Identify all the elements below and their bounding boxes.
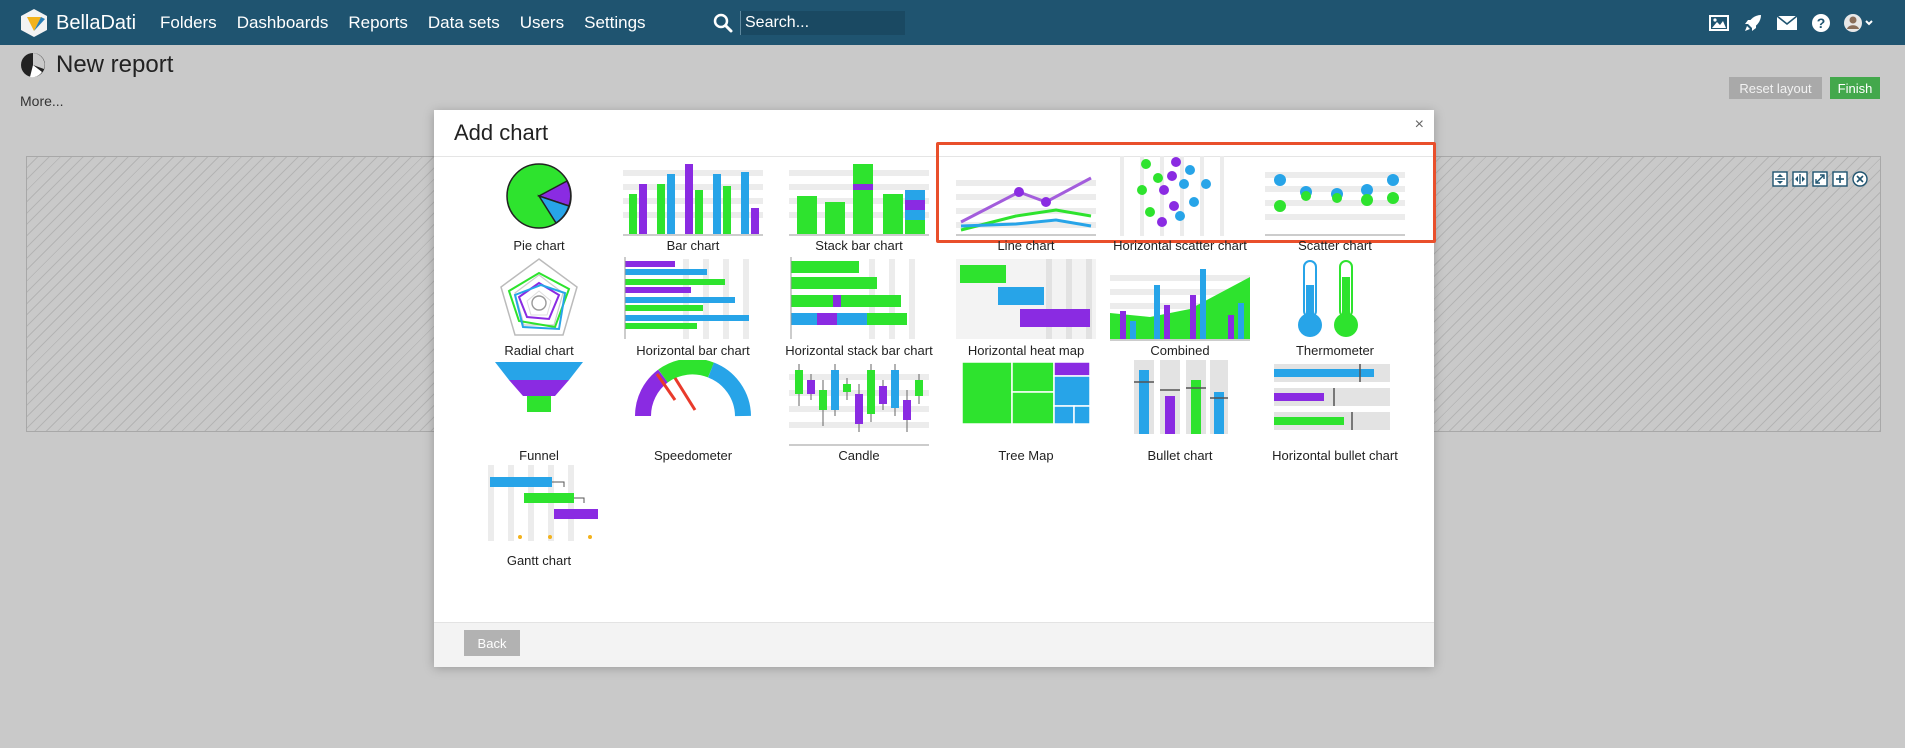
chart-type-horizontal-scatter[interactable]: Horizontal scatter chart <box>1105 150 1255 253</box>
chart-type-label: Line chart <box>997 238 1055 253</box>
chart-type-horizontal-bullet[interactable]: Horizontal bullet chart <box>1260 360 1410 463</box>
chart-type-label: Horizontal bar chart <box>636 343 750 358</box>
horizontal-bullet-chart-icon <box>1274 364 1390 430</box>
bullet-chart-icon <box>1134 360 1228 434</box>
reset-layout-button[interactable]: Reset layout <box>1729 77 1822 99</box>
search-input[interactable] <box>740 11 905 35</box>
funnel-chart-icon <box>495 362 583 412</box>
thermometer-icon <box>1298 260 1358 337</box>
chart-type-label: Candle <box>838 448 880 463</box>
nav-item-users[interactable]: Users <box>520 13 564 33</box>
chart-type-horizontal-heat-map[interactable]: Horizontal heat map <box>951 255 1101 358</box>
speedometer-icon <box>635 360 751 417</box>
scatter-chart-icon <box>1265 172 1405 236</box>
chart-type-scatter[interactable]: Scatter chart <box>1260 150 1410 253</box>
chart-type-label: Gantt chart <box>506 553 572 568</box>
chart-type-label: Funnel <box>519 448 559 463</box>
stack-bar-chart-icon <box>789 164 929 236</box>
chart-type-horizontal-stack-bar[interactable]: Horizontal stack bar chart <box>784 255 934 358</box>
image-icon[interactable] <box>1707 11 1731 35</box>
back-button[interactable]: Back <box>464 630 520 656</box>
nav-item-reports[interactable]: Reports <box>348 13 408 33</box>
chart-type-label: Tree Map <box>998 448 1054 463</box>
line-chart-icon <box>956 176 1096 236</box>
report-icon <box>21 53 45 78</box>
chart-type-label: Radial chart <box>504 343 574 358</box>
horizontal-scatter-chart-icon <box>1120 156 1224 236</box>
svg-text:?: ? <box>1817 15 1826 31</box>
chart-type-label: Bar chart <box>666 238 720 253</box>
search-box <box>712 11 905 35</box>
candle-chart-icon <box>789 364 929 446</box>
horizontal-heat-map-icon <box>956 259 1096 339</box>
belladati-logo-icon <box>21 9 47 37</box>
chart-type-label: Scatter chart <box>1298 238 1372 253</box>
tree-map-icon <box>961 361 1091 425</box>
chart-type-label: Bullet chart <box>1147 448 1213 463</box>
chart-type-gantt[interactable]: Gantt chart <box>464 465 614 568</box>
top-icon-bar: ? <box>1697 11 1875 35</box>
horizontal-stack-bar-chart-icon <box>790 257 915 339</box>
chart-type-line[interactable]: Line chart <box>951 150 1101 253</box>
chart-type-combined[interactable]: Combined <box>1105 255 1255 358</box>
mail-icon[interactable] <box>1775 11 1799 35</box>
rocket-icon[interactable] <box>1741 11 1765 35</box>
horizontal-bar-chart-icon <box>624 257 749 339</box>
modal-title: Add chart <box>454 120 549 145</box>
radial-chart-icon <box>500 258 578 336</box>
remove-icon[interactable] <box>1852 171 1868 187</box>
chart-type-pie[interactable]: Pie chart <box>464 150 614 253</box>
search-icon[interactable] <box>712 12 734 34</box>
resize-icon[interactable] <box>1812 171 1828 187</box>
chart-type-label: Speedometer <box>653 448 733 463</box>
main-nav: Folders Dashboards Reports Data sets Use… <box>160 0 666 45</box>
chart-type-horizontal-bar[interactable]: Horizontal bar chart <box>618 255 768 358</box>
pie-chart-icon <box>506 163 572 229</box>
chart-type-label: Thermometer <box>1295 343 1375 358</box>
brand-name: BellaDati <box>56 11 137 34</box>
modal-footer <box>434 622 1434 667</box>
bar-chart-icon <box>623 164 763 236</box>
chart-type-label: Horizontal stack bar chart <box>785 343 933 358</box>
chart-type-label: Stack bar chart <box>815 238 903 253</box>
nav-item-dashboards[interactable]: Dashboards <box>237 13 329 33</box>
nav-item-data-sets[interactable]: Data sets <box>428 13 500 33</box>
insert-row-icon[interactable] <box>1772 171 1788 187</box>
page-header: New report <box>20 51 173 79</box>
finish-button[interactable]: Finish <box>1830 77 1880 99</box>
layout-tools <box>1768 171 1868 187</box>
chart-type-tree-map[interactable]: Tree Map <box>951 360 1101 463</box>
chart-type-label: Combined <box>1150 343 1210 358</box>
top-navigation-bar: BellaDati Folders Dashboards Reports Dat… <box>0 0 1905 45</box>
add-icon[interactable] <box>1832 171 1848 187</box>
brand-logo[interactable]: BellaDati <box>18 7 136 39</box>
chart-type-label: Pie chart <box>513 238 565 253</box>
chart-type-radial[interactable]: Radial chart <box>464 255 614 358</box>
chart-type-candle[interactable]: Candle <box>784 360 934 463</box>
page-title: New report <box>56 51 174 78</box>
help-icon[interactable]: ? <box>1809 11 1833 35</box>
nav-item-folders[interactable]: Folders <box>160 13 217 33</box>
chart-type-label: Horizontal scatter chart <box>1113 238 1247 253</box>
chart-type-thermometer[interactable]: Thermometer <box>1260 255 1410 358</box>
add-chart-dialog: Add chart × Pie chart Bar chart Stack ba… <box>434 110 1436 667</box>
close-icon[interactable]: × <box>1415 116 1424 134</box>
chart-type-label: Horizontal bullet chart <box>1272 448 1398 463</box>
chart-type-bar[interactable]: Bar chart <box>618 150 768 253</box>
chart-type-speedometer[interactable]: Speedometer <box>618 360 768 463</box>
chart-type-funnel[interactable]: Funnel <box>464 360 614 463</box>
chart-type-stack-bar[interactable]: Stack bar chart <box>784 150 934 253</box>
chart-type-bullet[interactable]: Bullet chart <box>1105 360 1255 463</box>
more-link[interactable]: More... <box>20 93 64 109</box>
user-avatar-icon[interactable] <box>1843 11 1875 35</box>
chart-type-label: Horizontal heat map <box>967 343 1085 358</box>
combined-chart-icon <box>1110 269 1250 341</box>
nav-item-settings[interactable]: Settings <box>584 13 645 33</box>
gantt-chart-icon <box>488 465 598 541</box>
insert-column-icon[interactable] <box>1792 171 1808 187</box>
